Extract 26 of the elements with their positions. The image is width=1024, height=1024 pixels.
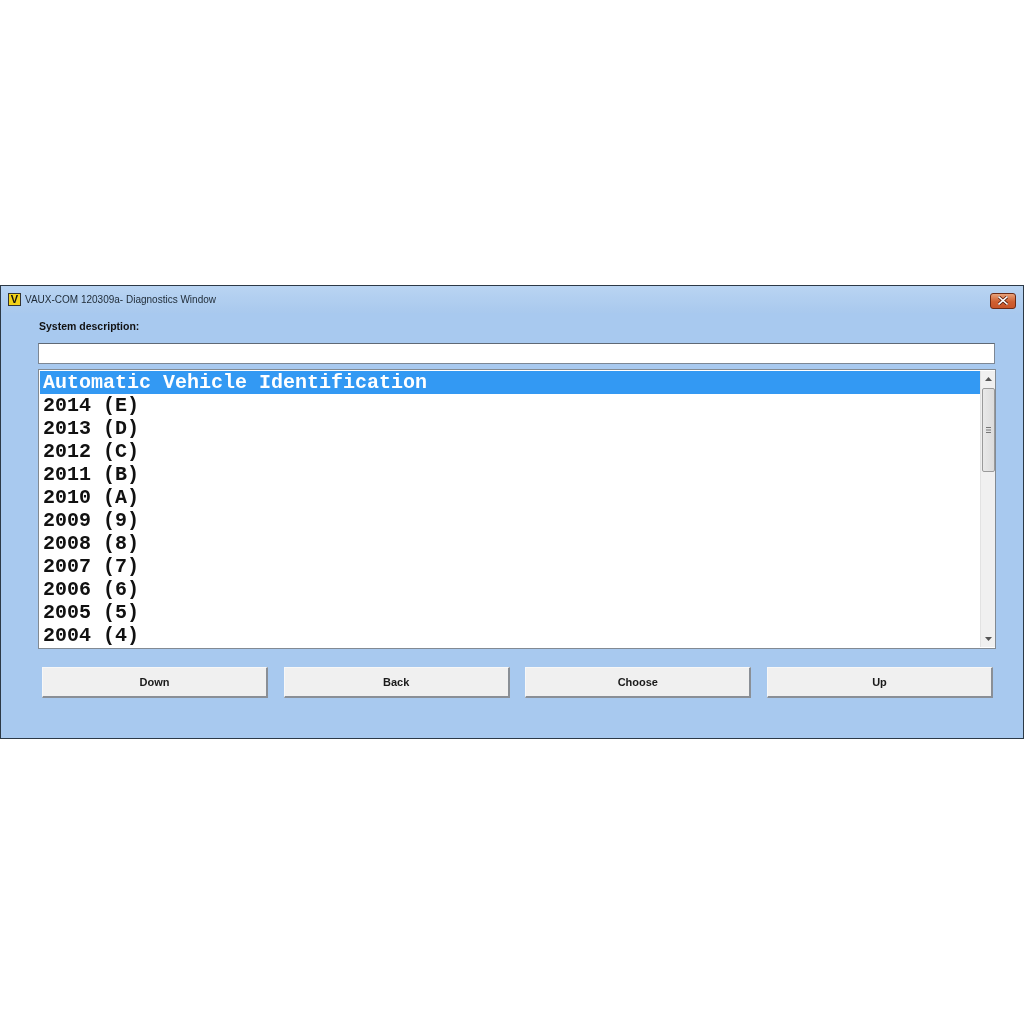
list-item[interactable]: 2007 (7)	[40, 555, 980, 578]
scroll-up-icon[interactable]	[984, 377, 992, 381]
list-item[interactable]: 2006 (6)	[40, 578, 980, 601]
list-item[interactable]: 2011 (B)	[40, 463, 980, 486]
list-item[interactable]: 2010 (A)	[40, 486, 980, 509]
scrollbar-thumb[interactable]	[981, 388, 995, 472]
app-logo: V	[8, 293, 21, 306]
action-button[interactable]: Choose	[525, 667, 752, 698]
list-item[interactable]: 2013 (D)	[40, 417, 980, 440]
grip-icon	[985, 427, 991, 433]
input-field[interactable]	[38, 343, 995, 364]
field-label: System description:	[38, 319, 140, 333]
list-item[interactable]: 2005 (5)	[40, 601, 980, 624]
list-item[interactable]: 2009 (9)	[40, 509, 980, 532]
scroll-down-icon[interactable]	[984, 637, 992, 641]
list-item[interactable]: 2012 (C)	[40, 440, 980, 463]
list-item[interactable]: 2014 (E)	[40, 394, 980, 417]
close-icon	[998, 296, 1008, 305]
action-button[interactable]: Back	[283, 667, 510, 698]
action-button[interactable]: Down	[42, 667, 268, 698]
action-button[interactable]: Up	[766, 667, 993, 698]
close-button[interactable]	[990, 292, 1016, 309]
window-title: VAUX-COM 120309a- Diagnostics Window	[25, 294, 216, 305]
list-item[interactable]: 2008 (8)	[40, 532, 980, 555]
list-item[interactable]: 2004 (4)	[40, 624, 980, 647]
scrollbar[interactable]	[980, 371, 995, 647]
